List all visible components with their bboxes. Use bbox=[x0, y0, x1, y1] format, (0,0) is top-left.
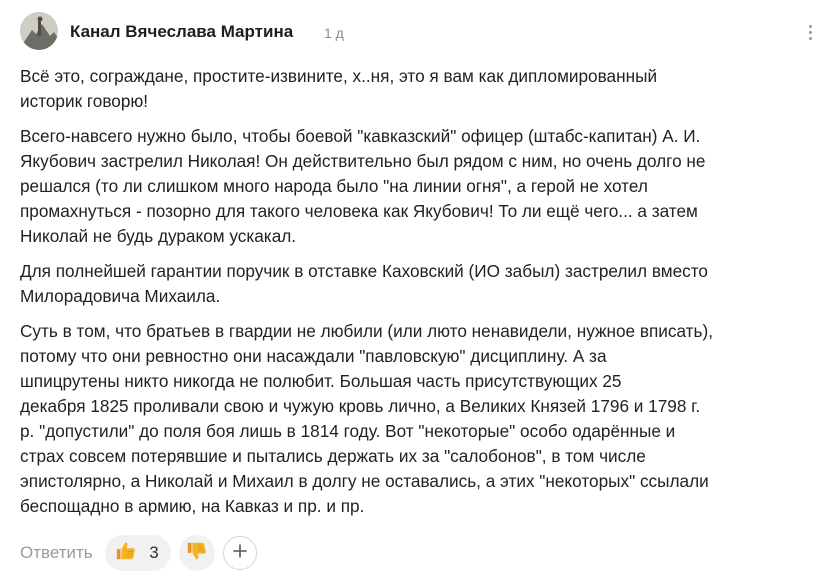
comment-actions: Ответить 3 bbox=[20, 534, 257, 572]
author-name[interactable]: Канал Вячеслава Мартина bbox=[70, 22, 293, 42]
thumbs-down-icon bbox=[186, 540, 208, 567]
comment-paragraph: Всего-навсего нужно было, чтобы боевой "… bbox=[20, 126, 706, 246]
dislike-button[interactable] bbox=[178, 535, 215, 571]
plus-icon bbox=[232, 543, 248, 564]
comment-body: Всё это, сограждане, простите-извините, … bbox=[20, 64, 820, 529]
comment-time: 1 д bbox=[324, 25, 344, 41]
comment-header: Канал Вячеслава Мартина 1 д bbox=[20, 12, 820, 52]
like-button[interactable]: 3 bbox=[104, 535, 171, 571]
more-menu-icon[interactable] bbox=[800, 20, 820, 44]
add-reaction-button[interactable] bbox=[222, 536, 257, 570]
comment-paragraph: Всё это, сограждане, простите-извините, … bbox=[20, 66, 658, 111]
reply-button[interactable]: Ответить bbox=[20, 543, 93, 563]
comment-paragraph: Суть в том, что братьев в гвардии не люб… bbox=[20, 321, 714, 516]
like-count: 3 bbox=[149, 543, 159, 562]
comment-paragraph: Для полнейшей гарантии поручик в отставк… bbox=[20, 261, 708, 306]
thumbs-up-icon bbox=[115, 540, 137, 567]
avatar[interactable] bbox=[20, 12, 58, 50]
